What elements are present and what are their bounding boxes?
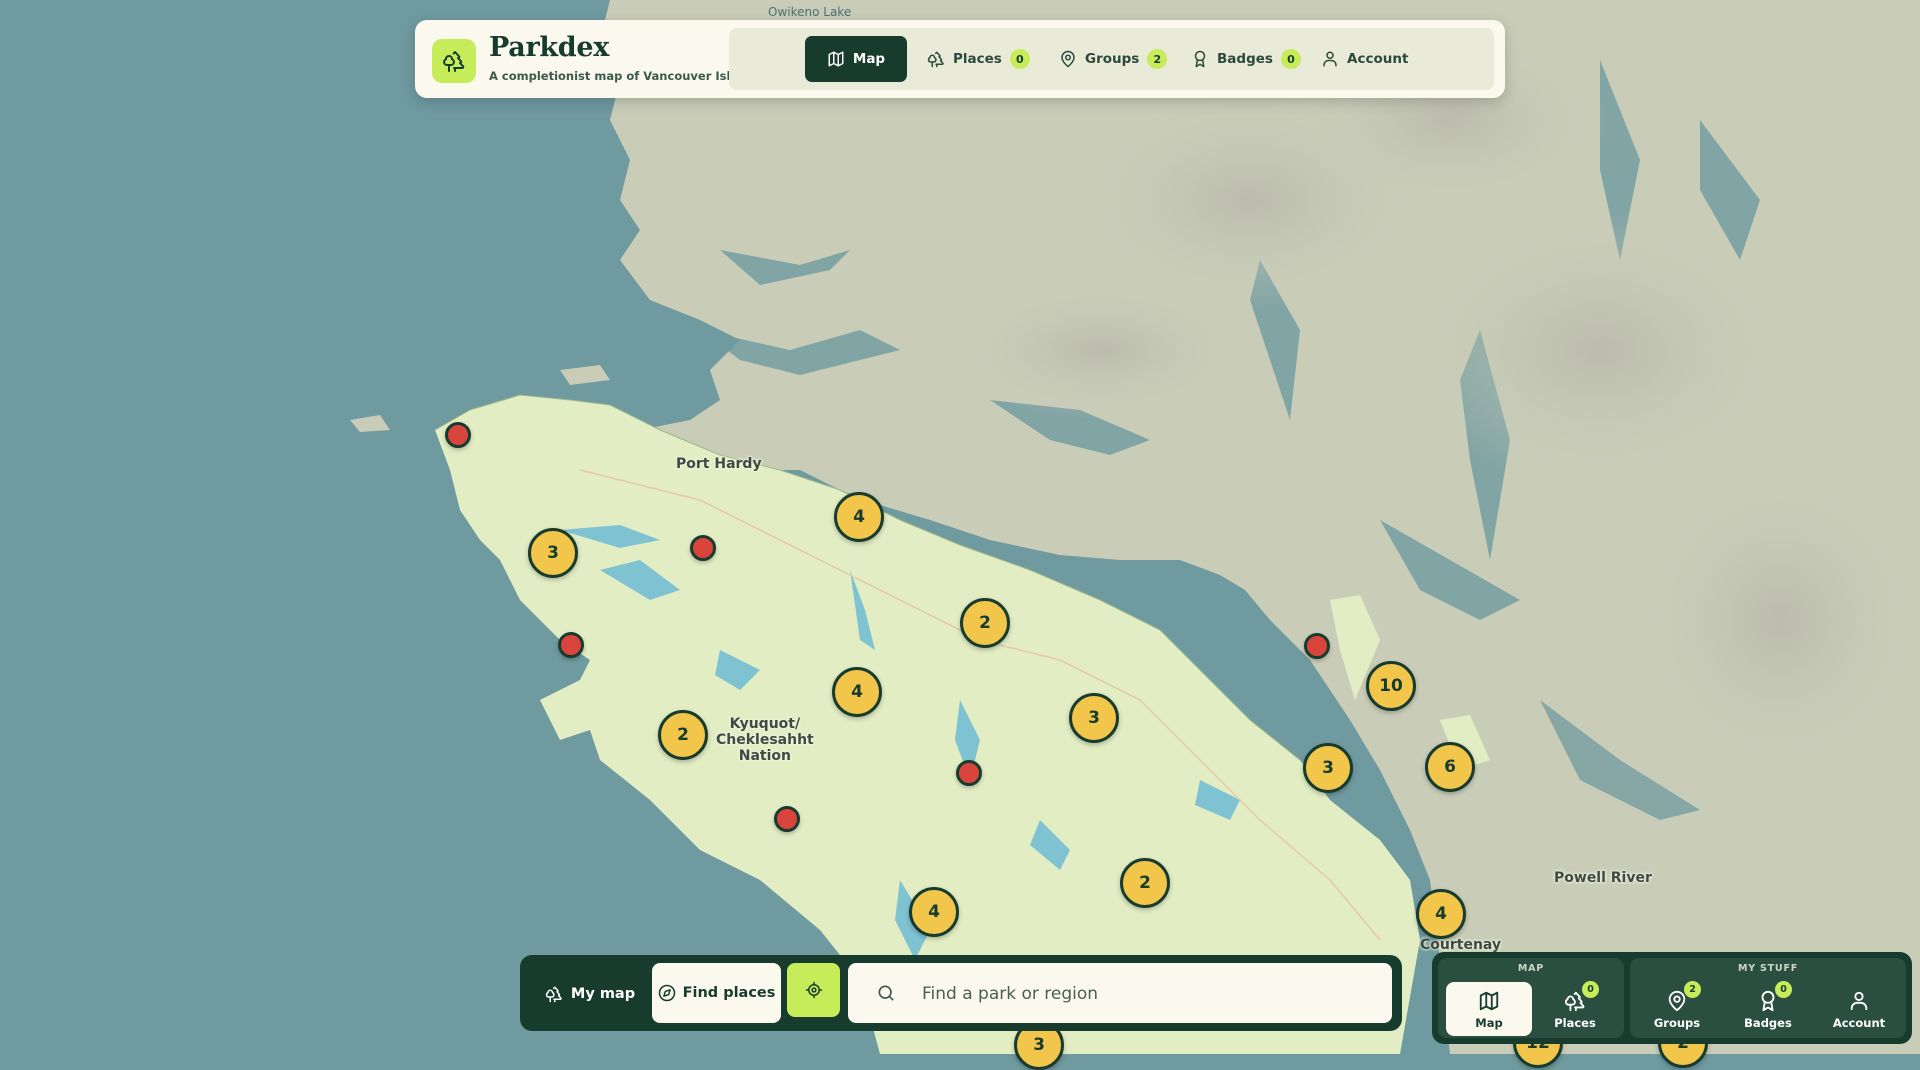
dock-map-group: MAP Map 0 Places — [1438, 958, 1624, 1038]
nav-places[interactable]: Places 0 — [915, 36, 1042, 82]
search-icon — [878, 985, 894, 1001]
dock-badges-label: Badges — [1744, 1016, 1792, 1030]
map-pin-icon — [1061, 50, 1075, 68]
park-pin-marker[interactable] — [774, 806, 800, 832]
places-count-badge: 0 — [1009, 49, 1030, 69]
dock-places-count-badge: 0 — [1582, 981, 1599, 998]
compass-icon — [658, 984, 675, 1002]
find-places-button[interactable]: Find places — [652, 963, 781, 1023]
app-subtitle: A completionist map of Vancouver Island — [489, 69, 755, 83]
dock-badges-button[interactable]: 0 Badges — [1725, 981, 1811, 1036]
park-pin-marker[interactable] — [558, 632, 584, 658]
map-icon — [1478, 990, 1500, 1012]
dock-my-stuff-heading: MY STUFF — [1737, 963, 1799, 974]
find-places-label: Find places — [682, 985, 776, 1001]
dock-account-button[interactable]: Account — [1816, 982, 1902, 1036]
trees-icon — [545, 986, 562, 1003]
owikeno-lake-label: Owikeno Lake — [768, 5, 852, 19]
park-cluster-marker[interactable]: 2 — [960, 598, 1010, 648]
dock-map-label: Map — [1475, 1016, 1503, 1030]
park-cluster-marker[interactable]: 6 — [1425, 742, 1475, 792]
park-pin-marker[interactable] — [445, 422, 471, 448]
user-icon — [1848, 990, 1870, 1012]
dock-map-heading: MAP — [1517, 963, 1545, 974]
nav-badges-label: Badges — [1217, 51, 1273, 67]
nav-groups-label: Groups — [1085, 51, 1140, 67]
locate-me-button[interactable] — [787, 963, 840, 1017]
dock-badges-count-badge: 0 — [1775, 981, 1792, 998]
park-cluster-marker[interactable]: 4 — [909, 887, 959, 937]
search-toolbar: My map Find places — [520, 955, 1402, 1031]
park-pin-marker[interactable] — [690, 535, 716, 561]
nav-badges[interactable]: Badges 0 — [1179, 36, 1313, 82]
nav-map[interactable]: Map — [805, 36, 907, 82]
nav-account-label: Account — [1347, 51, 1409, 67]
park-cluster-marker[interactable]: 4 — [834, 492, 884, 542]
top-nav: Map Places 0 Groups 2 Badges 0 Account — [729, 28, 1494, 90]
powell-river-label: Powell River — [1554, 870, 1652, 886]
dock-groups-button[interactable]: 2 Groups — [1634, 981, 1720, 1036]
park-cluster-marker[interactable]: 4 — [832, 667, 882, 717]
park-cluster-marker[interactable]: 10 — [1366, 661, 1416, 711]
app-title[interactable]: Parkdex — [489, 32, 609, 63]
courtenay-label: Courtenay — [1420, 937, 1502, 953]
search-field[interactable] — [848, 963, 1392, 1023]
user-icon — [1323, 51, 1337, 67]
dock-groups-count-badge: 2 — [1684, 981, 1701, 998]
dock-my-stuff-group: MY STUFF 2 Groups 0 Badges Account — [1630, 958, 1906, 1038]
park-cluster-marker[interactable]: 2 — [658, 710, 708, 760]
my-map-label: My map — [570, 986, 636, 1002]
map-icon — [828, 51, 844, 67]
port-hardy-label: Port Hardy — [676, 456, 762, 472]
crosshair-icon — [805, 981, 822, 999]
nav-account[interactable]: Account — [1309, 36, 1420, 82]
trees-icon — [927, 51, 944, 68]
map-canvas[interactable] — [0, 0, 1920, 1054]
search-input[interactable] — [920, 973, 1374, 1015]
park-cluster-marker[interactable]: 3 — [1303, 743, 1353, 793]
park-cluster-marker[interactable]: 4 — [1416, 889, 1466, 939]
dock-map-button[interactable]: Map — [1446, 982, 1532, 1036]
park-pin-marker[interactable] — [1304, 633, 1330, 659]
dock-places-label: Places — [1554, 1016, 1596, 1030]
dock-places-button[interactable]: 0 Places — [1532, 981, 1618, 1036]
park-pin-marker[interactable] — [956, 760, 982, 786]
app-header: Parkdex A completionist map of Vancouver… — [415, 20, 1505, 98]
nav-groups[interactable]: Groups 2 — [1047, 36, 1179, 82]
my-map-button[interactable]: My map — [534, 966, 646, 1022]
dock-groups-label: Groups — [1653, 1016, 1701, 1030]
nav-places-label: Places — [953, 51, 1002, 67]
groups-count-badge: 2 — [1147, 49, 1168, 69]
nav-map-label: Map — [852, 51, 886, 67]
park-cluster-marker[interactable]: 3 — [1069, 693, 1119, 743]
park-cluster-marker[interactable]: 3 — [528, 528, 578, 578]
kyuquot-label: Kyuquot/ Cheklesahht Nation — [716, 716, 814, 764]
bottom-dock: MAP Map 0 Places MY STUFF 2 Groups 0 Bad… — [1432, 952, 1912, 1044]
badge-icon: 0 — [1757, 981, 1792, 1012]
trees-logo-icon[interactable] — [432, 39, 476, 83]
trees-icon: 0 — [1564, 981, 1599, 1012]
badge-icon — [1194, 50, 1206, 68]
dock-account-label: Account — [1832, 1016, 1886, 1030]
map-pin-icon: 2 — [1666, 981, 1701, 1012]
park-cluster-marker[interactable]: 2 — [1120, 858, 1170, 908]
badges-count-badge: 0 — [1280, 49, 1301, 69]
